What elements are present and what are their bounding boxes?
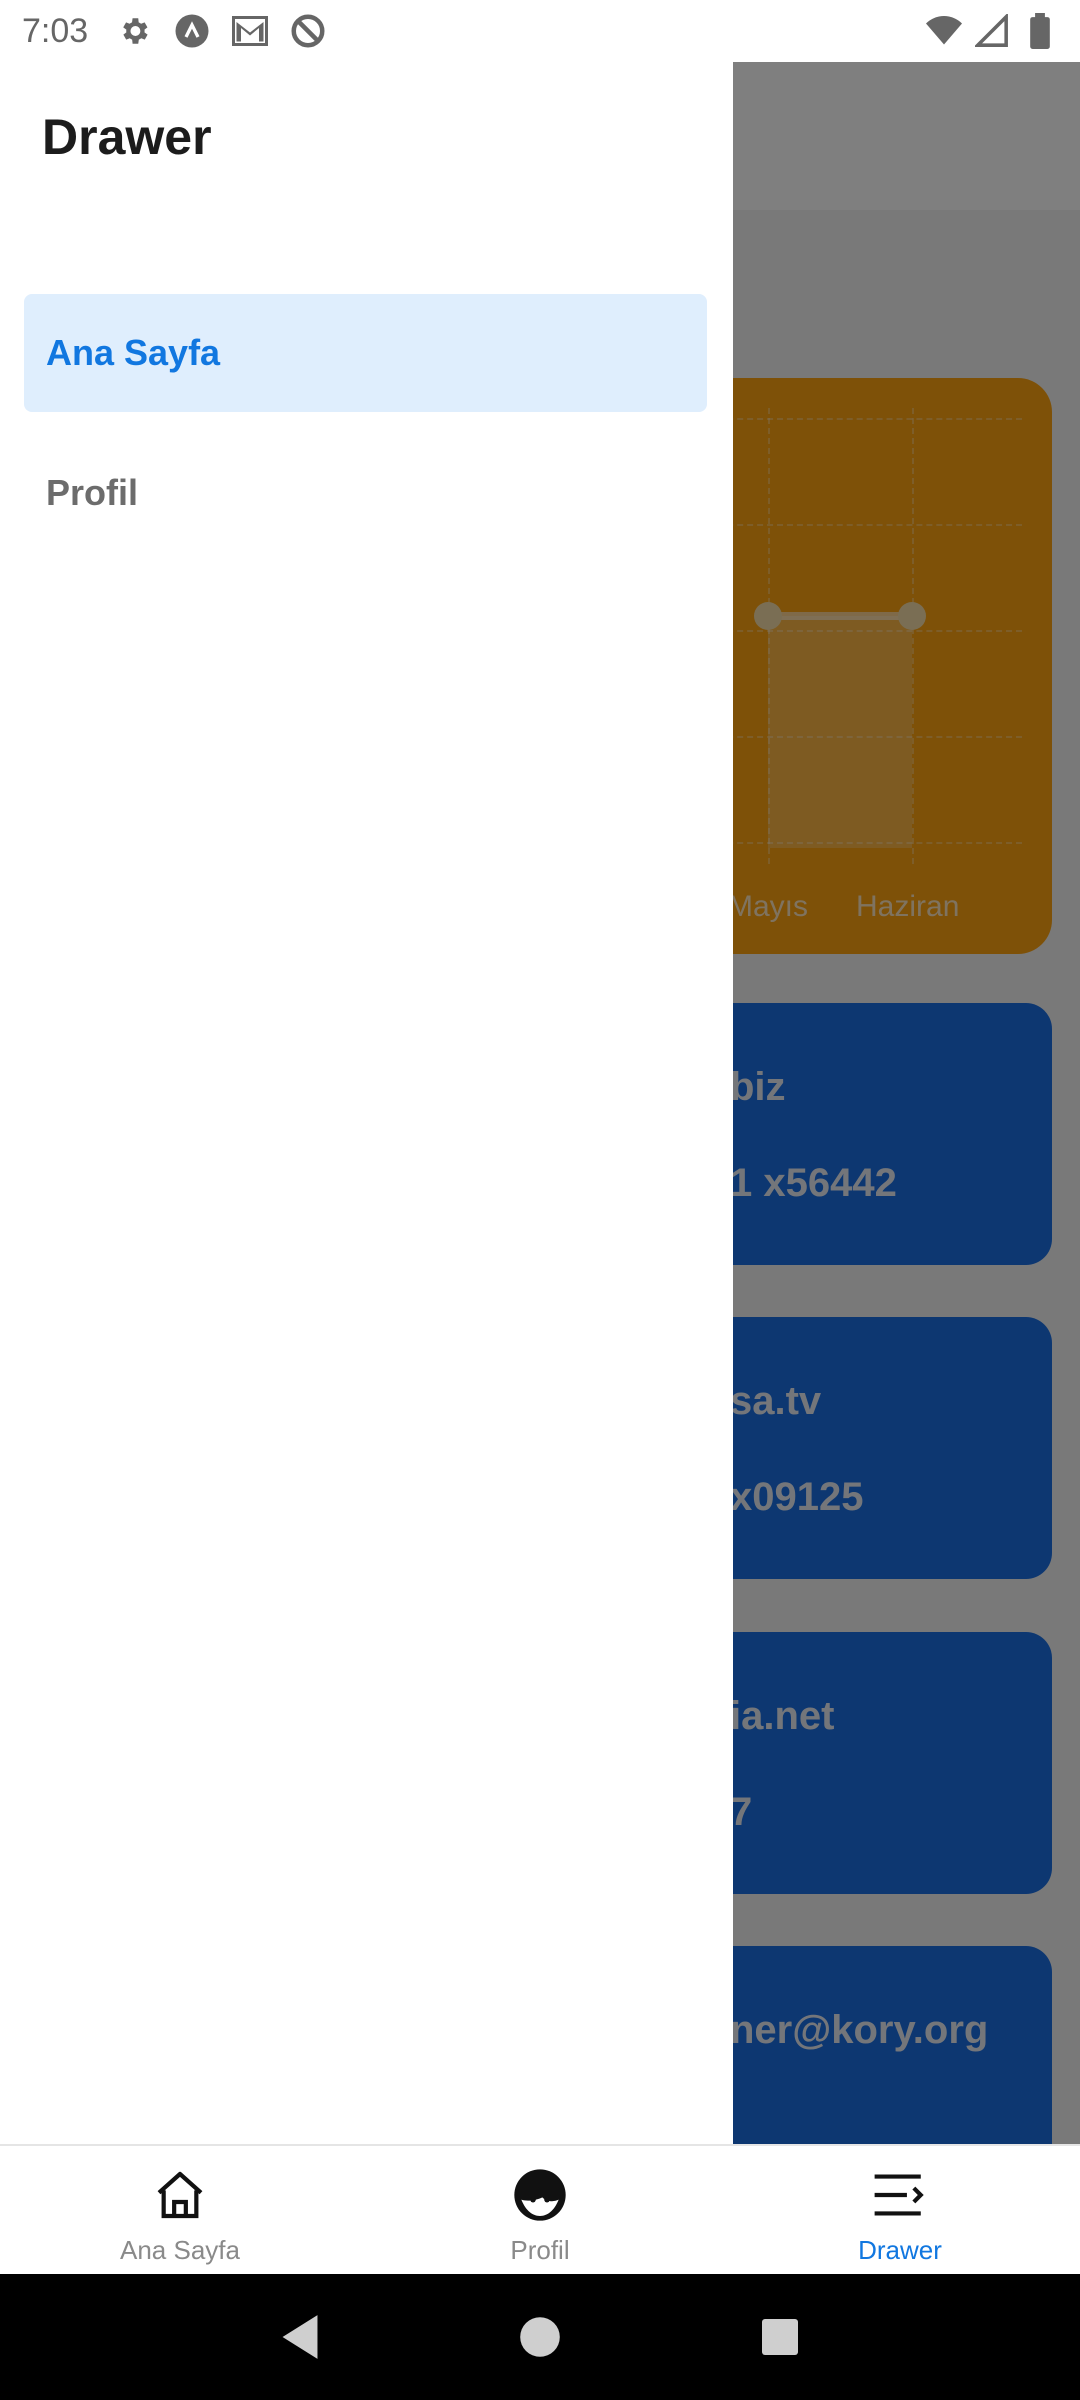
bottom-tab-bar: Ana Sayfa Profil Drawer xyxy=(0,2144,1080,2274)
system-nav-bar xyxy=(0,2274,1080,2400)
drawer-item-label: Profil xyxy=(46,472,139,513)
home-circle-icon[interactable] xyxy=(505,2302,575,2372)
home-icon xyxy=(150,2165,210,2225)
status-right-icons xyxy=(926,13,1058,49)
gmail-icon xyxy=(232,13,269,49)
drawer-title: Drawer xyxy=(42,109,212,165)
tab-ana-sayfa[interactable]: Ana Sayfa xyxy=(0,2146,360,2274)
back-icon[interactable] xyxy=(265,2302,335,2372)
tab-drawer[interactable]: Drawer xyxy=(720,2146,1080,2274)
tab-label: Ana Sayfa xyxy=(120,2234,240,2265)
drawer-item-label: Ana Sayfa xyxy=(46,332,221,373)
navigation-drawer: Drawer Ana Sayfa Profil xyxy=(0,62,733,2144)
gear-icon xyxy=(116,13,152,49)
menu-icon xyxy=(870,2165,930,2225)
face-icon xyxy=(510,2165,570,2225)
signal-icon xyxy=(974,13,1010,49)
a-circle-icon xyxy=(174,13,210,49)
drawer-item-profil[interactable]: Profil xyxy=(24,434,707,552)
drawer-item-ana-sayfa[interactable]: Ana Sayfa xyxy=(24,294,707,412)
tab-label: Drawer xyxy=(858,2234,942,2265)
tab-profil[interactable]: Profil xyxy=(360,2146,720,2274)
do-not-disturb-icon xyxy=(290,13,326,49)
wifi-icon xyxy=(926,13,962,49)
recents-icon[interactable] xyxy=(745,2302,815,2372)
status-time: 7:03 xyxy=(22,11,89,50)
battery-icon xyxy=(1022,13,1058,49)
status-bar: 7:03 xyxy=(0,0,1080,62)
tab-label: Profil xyxy=(510,2234,570,2265)
status-left-icons xyxy=(116,13,326,49)
